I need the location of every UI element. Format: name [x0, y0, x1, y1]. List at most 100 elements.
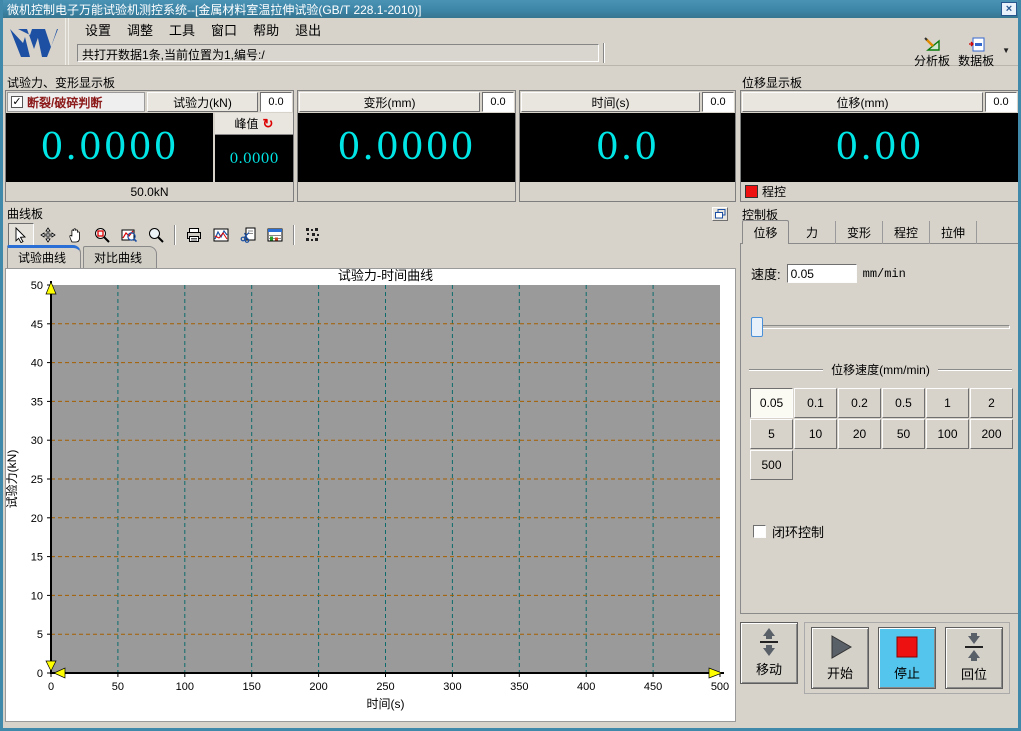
speed-preset-0.2[interactable]: 0.2 [838, 388, 881, 418]
tab-displacement[interactable]: 位移 [742, 220, 789, 244]
analyze-icon [923, 37, 940, 51]
time-value-display: 0.0 [595, 127, 660, 168]
speed-preset-0.1[interactable]: 0.1 [794, 388, 837, 418]
print-button[interactable] [181, 223, 207, 247]
menu-window[interactable]: 窗口 [203, 18, 245, 41]
databoard-icon [968, 37, 985, 52]
noise-filter-button[interactable] [300, 223, 326, 247]
svg-text:50: 50 [112, 681, 124, 693]
peak-reset-icon[interactable]: ↻ [263, 116, 274, 132]
svg-text:30: 30 [31, 435, 43, 447]
time-channel-button[interactable]: 时间(s) [521, 92, 700, 112]
force-panel-title: 试验力、变形显示板 [7, 76, 116, 90]
display-panels-row: 试验力、变形显示板 ✓ 断裂/破碎判断 试验力(kN) 0.0 0.0000 峰… [3, 66, 1018, 202]
displacement-channel-button[interactable]: 位移(mm) [742, 92, 983, 112]
peak-label: 峰值 [234, 117, 259, 131]
divider [293, 224, 295, 245]
tab-compare-curve[interactable]: 对比曲线 [83, 246, 158, 268]
move-button[interactable]: 移动 [740, 622, 798, 684]
home-button[interactable]: 回位 [945, 627, 1003, 689]
tab-force[interactable]: 力 [789, 221, 836, 244]
close-button[interactable]: × [1001, 2, 1017, 16]
move-updown-icon [760, 628, 778, 656]
toolbar-dropdown-arrow[interactable]: ▼ [1002, 46, 1010, 55]
break-judge-checkbox[interactable]: ✓ 断裂/破碎判断 [7, 92, 145, 112]
time-aux-value: 0.0 [702, 92, 734, 112]
speed-preset-5[interactable]: 5 [750, 419, 793, 449]
tab-test-curve[interactable]: 试验曲线 [7, 245, 82, 268]
menu-help[interactable]: 帮助 [245, 18, 287, 41]
speed-preset-2[interactable]: 2 [970, 388, 1013, 418]
chart-toolbar [5, 221, 736, 248]
stop-button[interactable]: 停止 [878, 627, 936, 689]
data-board-button[interactable]: 数据板 [954, 36, 998, 70]
force-channel-button[interactable]: 试验力(kN) [147, 92, 258, 112]
menu-exit[interactable]: 退出 [287, 18, 329, 41]
tab-program[interactable]: 程控 [883, 221, 930, 244]
zoom-curve-icon [121, 229, 137, 242]
control-tabs: 位移 力 变形 程控 拉伸 [740, 220, 1018, 244]
svg-text:40: 40 [31, 358, 43, 370]
svg-text:35: 35 [31, 396, 43, 408]
speed-preset-20[interactable]: 20 [838, 419, 881, 449]
data-status-field: 共打开数据1条,当前位置为1,编号:/ [77, 44, 599, 62]
speed-preset-500[interactable]: 500 [750, 450, 793, 480]
zoom-curve-tool-button[interactable] [116, 223, 142, 247]
printer-icon [187, 227, 201, 242]
start-button-label: 开始 [826, 666, 853, 681]
data-board-label: 数据板 [958, 54, 995, 68]
svg-text:20: 20 [31, 513, 43, 525]
closed-loop-checkbox[interactable]: 闭环控制 [749, 522, 1012, 541]
checkbox-unchecked-icon[interactable] [753, 525, 766, 538]
speed-preset-0.5[interactable]: 0.5 [882, 388, 925, 418]
pan-hand-icon [69, 227, 80, 242]
pan-tool-button[interactable] [62, 223, 88, 247]
data-table-button[interactable] [262, 223, 288, 247]
analyze-board-button[interactable]: 分析板 [910, 36, 954, 70]
curve-style-button[interactable] [208, 223, 234, 247]
checkbox-checked-icon[interactable]: ✓ [11, 96, 23, 108]
stop-square-icon [896, 636, 918, 658]
svg-text:25: 25 [31, 474, 43, 486]
slider-track[interactable] [751, 325, 1010, 329]
program-control-indicator [745, 185, 758, 198]
speed-preset-50[interactable]: 50 [882, 419, 925, 449]
zoom-box-tool-button[interactable] [89, 223, 115, 247]
speed-preset-100[interactable]: 100 [926, 419, 969, 449]
deform-channel-button[interactable]: 变形(mm) [299, 92, 480, 112]
slider-thumb[interactable] [751, 317, 763, 337]
svg-text:时间(s): 时间(s) [367, 697, 405, 711]
speed-slider[interactable] [749, 317, 1012, 337]
chart-area[interactable]: 0 50 100 150 200 250 300 350 400 450 500 0 5 10 15 20 25… [4, 268, 736, 722]
tab-deform[interactable]: 变形 [836, 221, 883, 244]
svg-text:0: 0 [48, 681, 54, 693]
speed-preset-grid: 0.05 0.1 0.2 0.5 1 2 5 10 20 50 100 200 … [749, 388, 1013, 480]
stop-button-label: 停止 [893, 666, 920, 681]
move-tool-button[interactable] [35, 223, 61, 247]
speed-preset-10[interactable]: 10 [794, 419, 837, 449]
return-position-icon [965, 633, 983, 661]
svg-text:500: 500 [711, 681, 729, 693]
speed-preset-1[interactable]: 1 [926, 388, 969, 418]
magnifier-icon [149, 227, 164, 243]
svg-text:100: 100 [176, 681, 194, 693]
logo-icon [10, 28, 58, 57]
magnifier-tool-button[interactable] [143, 223, 169, 247]
speed-input[interactable] [786, 264, 857, 283]
force-display-group: ✓ 断裂/破碎判断 试验力(kN) 0.0 0.0000 峰值 ↻ 0.0000… [5, 90, 294, 202]
tab-tensile[interactable]: 拉伸 [930, 221, 977, 244]
svg-text:400: 400 [577, 681, 595, 693]
svg-text:300: 300 [443, 681, 461, 693]
speed-preset-group: 位移速度(mm/min) 0.05 0.1 0.2 0.5 1 2 5 10 2… [749, 361, 1013, 480]
speed-preset-200[interactable]: 200 [970, 419, 1013, 449]
start-button[interactable]: 开始 [811, 627, 869, 689]
menu-tools[interactable]: 工具 [161, 18, 203, 41]
snip-page-button[interactable] [235, 223, 261, 247]
menu-settings[interactable]: 设置 [77, 18, 119, 41]
menu-adjust[interactable]: 调整 [119, 18, 161, 41]
peak-value-display: 0.0000 [215, 135, 293, 182]
app-window: 微机控制电子万能试验机测控系统--[金属材料室温拉伸试验(GB/T 228.1-… [0, 0, 1021, 731]
cursor-tool-button[interactable] [8, 222, 34, 247]
speed-preset-0.05[interactable]: 0.05 [750, 388, 793, 418]
restore-window-button[interactable] [712, 206, 728, 221]
